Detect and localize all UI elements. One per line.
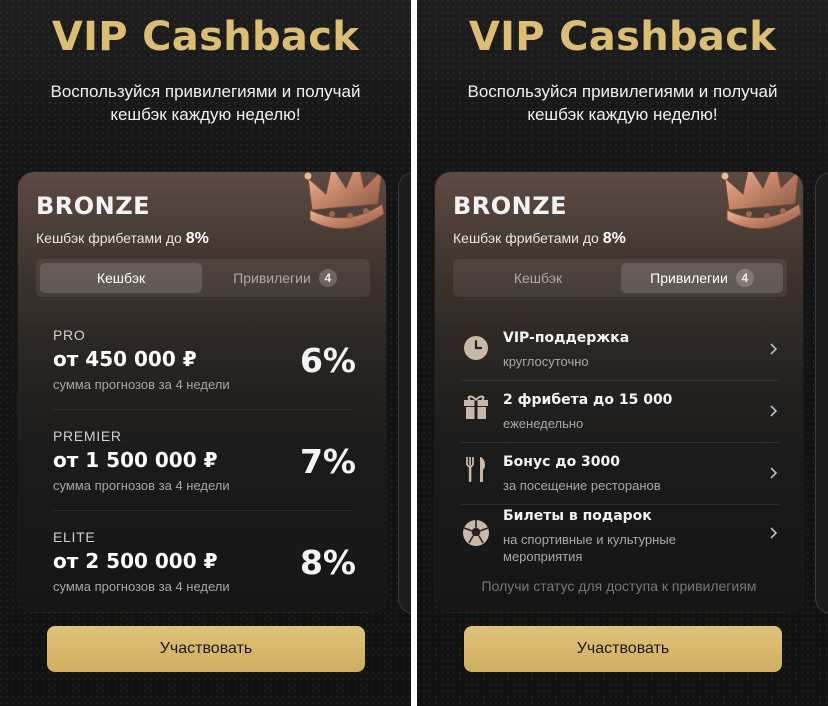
chevron-right-icon <box>770 405 778 417</box>
divider <box>461 504 779 505</box>
crown-icon <box>721 172 802 230</box>
level-amount: от 2 500 000 ₽ <box>53 549 218 573</box>
tab-privileges-label: Привилегии <box>650 270 728 286</box>
level-amount: от 1 500 000 ₽ <box>53 448 218 472</box>
page-title: VIP Cashback <box>51 14 360 60</box>
tier-subtitle-text: Кешбэк фрибетами до <box>453 230 599 246</box>
privilege-subtitle: за посещение ресторанов <box>503 478 661 493</box>
tab-cashback-label: Кешбэк <box>513 270 563 286</box>
level-name: PRO <box>53 327 86 343</box>
level-note: сумма прогнозов за 4 недели <box>53 377 230 392</box>
clock-icon <box>464 336 488 360</box>
page-subtitle: Воспользуйся привилегиями и получай кешб… <box>437 80 808 126</box>
participate-button[interactable]: Участвовать <box>464 626 782 672</box>
participate-button[interactable]: Участвовать <box>47 626 365 672</box>
level-note: сумма прогнозов за 4 недели <box>53 579 230 594</box>
level-name: PREMIER <box>53 428 122 444</box>
privileges-count-badge: 4 <box>318 269 337 287</box>
divider <box>461 442 779 443</box>
next-card-peek[interactable] <box>815 172 828 614</box>
privilege-title: 2 фрибета до 15 000 <box>503 392 673 408</box>
divider <box>53 510 353 511</box>
privilege-title: Билеты в подарок <box>503 508 652 524</box>
tier-percent: 8% <box>602 230 626 247</box>
fork-knife-icon <box>466 457 486 482</box>
tab-cashback-label: Кешбэк <box>96 270 146 286</box>
tier-percent: 8% <box>185 230 209 247</box>
tab-cashback[interactable]: Кешбэк <box>457 263 619 293</box>
chevron-right-icon <box>770 467 778 479</box>
level-item-elite: ELITE от 2 500 000 ₽ сумма прогнозов за … <box>53 529 356 612</box>
privilege-item-tickets[interactable]: Билеты в подарок на спортивные и культур… <box>461 508 779 568</box>
tier-subtitle: Кешбэк фрибетами до 8% <box>36 230 209 248</box>
tier-card-bronze: BRONZE Кешбэк фрибетами до 8% Кешбэк При… <box>435 172 803 612</box>
chevron-right-icon <box>770 527 778 539</box>
privileges-count-badge: 4 <box>735 269 754 287</box>
subtitle-line-1: Воспользуйся привилегиями и получай <box>50 82 361 101</box>
subtitle-line-2: кешбэк каждую неделю! <box>527 105 718 124</box>
level-percent: 7% <box>299 442 356 481</box>
tab-cashback[interactable]: Кешбэк <box>40 263 202 293</box>
screen-cashback: VIP Cashback Воспользуйся привилегиями и… <box>0 0 411 706</box>
tier-card-bronze: BRONZE Кешбэк фрибетами до 8% Кешбэк При… <box>18 172 386 612</box>
level-amount: от 450 000 ₽ <box>53 347 197 371</box>
screen-privileges: VIP Cashback Воспользуйся привилегиями и… <box>417 0 828 706</box>
subtitle-line-1: Воспользуйся привилегиями и получай <box>467 82 778 101</box>
level-name: ELITE <box>53 529 96 545</box>
soccer-ball-icon <box>463 520 489 546</box>
tab-privileges[interactable]: Привилегии 4 <box>621 263 783 293</box>
chevron-right-icon <box>770 343 778 355</box>
privilege-item-vip-support[interactable]: VIP-поддержка круглосуточно <box>461 330 779 390</box>
level-note: сумма прогнозов за 4 недели <box>53 478 230 493</box>
tab-privileges-label: Привилегии <box>233 270 311 286</box>
tier-subtitle-text: Кешбэк фрибетами до <box>36 230 182 246</box>
tab-privileges[interactable]: Привилегии 4 <box>204 263 366 293</box>
gift-icon <box>464 395 488 419</box>
privilege-item-freebets[interactable]: 2 фрибета до 15 000 еженедельно <box>461 392 779 452</box>
level-percent: 6% <box>299 341 356 380</box>
tier-subtitle: Кешбэк фрибетами до 8% <box>453 230 626 248</box>
privilege-title: VIP-поддержка <box>503 330 630 346</box>
level-item-premier: PREMIER от 1 500 000 ₽ сумма прогнозов з… <box>53 428 356 520</box>
next-card-peek[interactable] <box>398 172 411 614</box>
privilege-subtitle: круглосуточно <box>503 354 589 369</box>
tab-switcher: Кешбэк Привилегии 4 <box>453 259 787 297</box>
tier-name: BRONZE <box>453 192 568 220</box>
divider <box>53 409 353 410</box>
level-item-pro: PRO от 450 000 ₽ сумма прогнозов за 4 не… <box>53 327 356 419</box>
page-subtitle: Воспользуйся привилегиями и получай кешб… <box>20 80 391 126</box>
level-percent: 8% <box>299 543 356 582</box>
crown-icon <box>304 172 385 230</box>
privilege-title: Бонус до 3000 <box>503 454 621 470</box>
page-title: VIP Cashback <box>468 14 777 60</box>
tab-switcher: Кешбэк Привилегии 4 <box>36 259 370 297</box>
tier-name: BRONZE <box>36 192 151 220</box>
privilege-item-restaurants[interactable]: Бонус до 3000 за посещение ресторанов <box>461 454 779 514</box>
privileges-status-note: Получи статус для доступа к привилегиям <box>481 578 757 594</box>
subtitle-line-2: кешбэк каждую неделю! <box>110 105 301 124</box>
divider <box>461 380 779 381</box>
privilege-subtitle: еженедельно <box>503 416 584 431</box>
privilege-subtitle: на спортивные и культурные мероприятия <box>503 532 676 564</box>
